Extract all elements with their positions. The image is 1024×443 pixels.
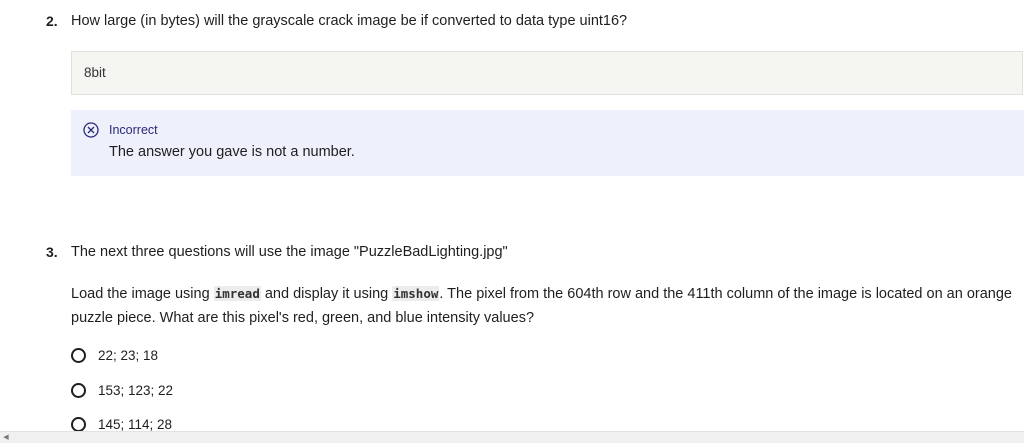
option-1[interactable]: 22; 23; 18 <box>71 344 158 366</box>
answer-input-box[interactable]: 8bit <box>71 51 1023 95</box>
question-3-text: The next three questions will use the im… <box>71 244 508 260</box>
para-part2: and display it using <box>260 286 393 302</box>
option-label: 153; 123; 22 <box>98 382 174 398</box>
feedback-status: Incorrect <box>109 123 158 137</box>
option-label: 145; 114; 28 <box>98 416 173 432</box>
question-2-text: How large (in bytes) will the grayscale … <box>71 13 628 29</box>
question-3-number: 3. <box>46 244 58 260</box>
code-imread: imread <box>213 286 261 301</box>
option-label: 22; 23; 18 <box>98 347 159 363</box>
quiz-page: 2. How large (in bytes) will the graysca… <box>0 0 1024 443</box>
question-3-description: Load the image using imread and display … <box>71 282 1023 330</box>
radio-button[interactable] <box>71 416 86 432</box>
answer-value[interactable]: 8bit <box>84 65 106 80</box>
radio-button[interactable] <box>71 347 86 363</box>
option-2[interactable]: 153; 123; 22 <box>71 379 173 401</box>
question-2-number: 2. <box>46 13 58 29</box>
scroll-left-arrow-icon[interactable]: ◀ <box>2 434 10 442</box>
feedback-panel: Incorrect The answer you gave is not a n… <box>71 110 1024 176</box>
feedback-message: The answer you gave is not a number. <box>109 144 355 160</box>
x-circle-icon <box>83 122 99 138</box>
radio-button[interactable] <box>71 382 86 398</box>
para-part1: Load the image using <box>71 286 214 302</box>
code-imshow: imshow <box>392 286 440 301</box>
horizontal-scrollbar[interactable]: ◀ <box>0 431 1024 443</box>
